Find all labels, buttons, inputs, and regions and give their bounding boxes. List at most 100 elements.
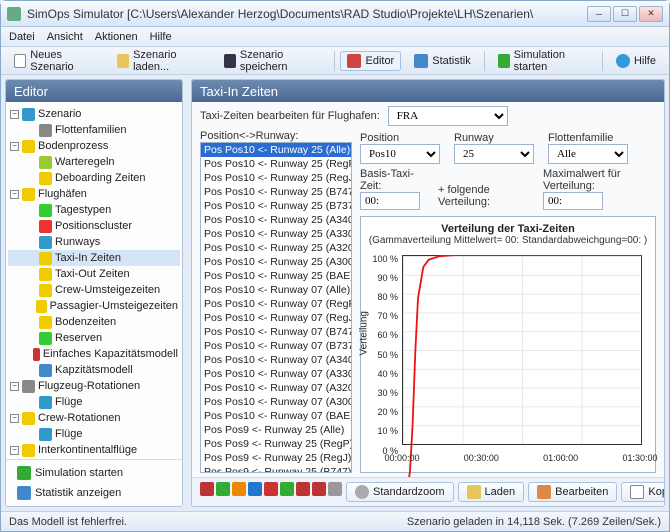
kopieren-button[interactable]: Kopieren bbox=[621, 482, 664, 502]
editor-panel: Editor −SzenarioFlottenfamilien−Bodenpro… bbox=[5, 79, 183, 507]
list-item[interactable]: Pos Pos9 <- Runway 25 (Alle) bbox=[201, 423, 351, 437]
tree-crew_rot[interactable]: −Crew-Rotationen bbox=[8, 410, 180, 426]
tree-deboard[interactable]: Deboarding Zeiten bbox=[8, 170, 180, 186]
list-item[interactable]: Pos Pos10 <- Runway 07 (B747) bbox=[201, 325, 351, 339]
tool-icon-4[interactable] bbox=[248, 482, 262, 496]
list-item[interactable]: Pos Pos10 <- Runway 07 (A300) bbox=[201, 395, 351, 409]
position-select[interactable]: Pos10 bbox=[360, 144, 440, 164]
flughafen-select[interactable]: FRA bbox=[388, 106, 508, 126]
position-runway-list[interactable]: Pos Pos10 <- Runway 25 (Alle)Pos Pos10 <… bbox=[200, 142, 352, 473]
list-item[interactable]: Pos Pos10 <- Runway 07 (A340) bbox=[201, 353, 351, 367]
tree-kapmodell[interactable]: Kapzitätsmodell bbox=[8, 362, 180, 378]
list-item[interactable]: Pos Pos10 <- Runway 25 (Alle) bbox=[201, 143, 351, 157]
tree-warteregeln[interactable]: Warteregeln bbox=[8, 154, 180, 170]
help-button[interactable]: Hilfe bbox=[609, 51, 663, 71]
tree-fluge2[interactable]: Flüge bbox=[8, 426, 180, 442]
list-item[interactable]: Pos Pos10 <- Runway 07 (Alle) bbox=[201, 283, 351, 297]
tree-label: Tagestypen bbox=[55, 202, 111, 218]
tree-passagier_umst[interactable]: Passagier-Umsteigezeiten bbox=[8, 298, 180, 314]
tool-icon-1[interactable] bbox=[200, 482, 214, 496]
editor-button[interactable]: Editor bbox=[340, 51, 401, 71]
list-item[interactable]: Pos Pos10 <- Runway 07 (RegP) bbox=[201, 297, 351, 311]
statistik-button[interactable]: Statistik bbox=[407, 51, 478, 71]
list-item[interactable]: Pos Pos9 <- Runway 25 (RegP) bbox=[201, 437, 351, 451]
tree-taxi_in[interactable]: Taxi-In Zeiten bbox=[8, 250, 180, 266]
list-item[interactable]: Pos Pos10 <- Runway 25 (RegP) bbox=[201, 157, 351, 171]
list-item[interactable]: Pos Pos10 <- Runway 07 (A320) bbox=[201, 381, 351, 395]
menu-hilfe[interactable]: Hilfe bbox=[150, 31, 172, 43]
list-item[interactable]: Pos Pos10 <- Runway 07 (BAE) bbox=[201, 409, 351, 423]
list-item[interactable]: Pos Pos10 <- Runway 07 (A330) bbox=[201, 367, 351, 381]
list-item[interactable]: Pos Pos9 <- Runway 25 (B747) bbox=[201, 465, 351, 473]
laden-button[interactable]: Laden bbox=[458, 482, 525, 502]
list-item[interactable]: Pos Pos10 <- Runway 25 (B747) bbox=[201, 185, 351, 199]
list-item[interactable]: Pos Pos10 <- Runway 25 (A340) bbox=[201, 213, 351, 227]
list-item[interactable]: Pos Pos10 <- Runway 25 (A300) bbox=[201, 255, 351, 269]
list-item[interactable]: Pos Pos10 <- Runway 25 (BAE) bbox=[201, 269, 351, 283]
tree-crew_umst[interactable]: Crew-Umsteigezeiten bbox=[8, 282, 180, 298]
list-item[interactable]: Pos Pos10 <- Runway 25 (A320) bbox=[201, 241, 351, 255]
flottenfamilie-select[interactable]: Alle bbox=[548, 144, 628, 164]
maximize-button[interactable]: ☐ bbox=[613, 6, 637, 22]
titlebar: SimOps Simulator [C:\Users\Alexander Her… bbox=[1, 1, 669, 27]
menu-ansicht[interactable]: Ansicht bbox=[47, 31, 83, 43]
statistik-anzeigen-link[interactable]: Statistik anzeigen bbox=[12, 484, 176, 502]
expand-icon[interactable]: − bbox=[10, 190, 19, 199]
tree-label: Taxi-Out Zeiten bbox=[55, 266, 130, 282]
basis-taxi-input[interactable] bbox=[360, 192, 420, 210]
tree-flughafen[interactable]: −Flughäfen bbox=[8, 186, 180, 202]
expand-icon[interactable]: − bbox=[10, 142, 19, 151]
editor-panel-title: Editor bbox=[6, 80, 182, 102]
tool-icon-5[interactable] bbox=[264, 482, 278, 496]
tree-fluge1[interactable]: Flüge bbox=[8, 394, 180, 410]
tree-runways[interactable]: Runways bbox=[8, 234, 180, 250]
simulation-start-button[interactable]: Simulation starten bbox=[491, 46, 597, 76]
tool-icon-8[interactable] bbox=[312, 482, 326, 496]
list-item[interactable]: Pos Pos10 <- Runway 25 (B737) bbox=[201, 199, 351, 213]
tree-tagestypen[interactable]: Tagestypen bbox=[8, 202, 180, 218]
close-button[interactable]: ✕ bbox=[639, 6, 663, 22]
tree-poscluster[interactable]: Positionscluster bbox=[8, 218, 180, 234]
tree-label: Taxi-In Zeiten bbox=[55, 250, 121, 266]
tree-boden[interactable]: −Bodenprozess bbox=[8, 138, 180, 154]
tool-icon-7[interactable] bbox=[296, 482, 310, 496]
menu-aktionen[interactable]: Aktionen bbox=[95, 31, 138, 43]
menu-datei[interactable]: Datei bbox=[9, 31, 35, 43]
tree-label: Runways bbox=[55, 234, 100, 250]
list-item[interactable]: Pos Pos9 <- Runway 25 (RegJ) bbox=[201, 451, 351, 465]
expand-icon[interactable]: − bbox=[10, 446, 19, 455]
tree-flottenfam[interactable]: Flottenfamilien bbox=[8, 122, 180, 138]
expand-icon[interactable]: − bbox=[10, 414, 19, 423]
plus-verteilung-label: + folgende Verteilung: bbox=[438, 184, 529, 210]
list-item[interactable]: Pos Pos10 <- Runway 25 (RegJ) bbox=[201, 171, 351, 185]
bearbeiten-button[interactable]: Bearbeiten bbox=[528, 482, 617, 502]
tree[interactable]: −SzenarioFlottenfamilien−BodenprozessWar… bbox=[6, 102, 182, 459]
tool-icon-2[interactable] bbox=[216, 482, 230, 496]
new-scenario-button[interactable]: Neues Szenario bbox=[7, 46, 104, 76]
tree-bodenzeiten[interactable]: Bodenzeiten bbox=[8, 314, 180, 330]
list-item[interactable]: Pos Pos10 <- Runway 07 (B737) bbox=[201, 339, 351, 353]
tool-icon-6[interactable] bbox=[280, 482, 294, 496]
tree-szenario[interactable]: −Szenario bbox=[8, 106, 180, 122]
simulation-start-link[interactable]: Simulation starten bbox=[12, 464, 176, 482]
tree-einfach_kap[interactable]: Einfaches Kapazitätsmodell bbox=[8, 346, 180, 362]
tree-flugzeug_rot[interactable]: −Flugzeug-Rotationen bbox=[8, 378, 180, 394]
tool-icon-3[interactable] bbox=[232, 482, 246, 496]
list-item[interactable]: Pos Pos10 <- Runway 07 (RegJ) bbox=[201, 311, 351, 325]
runway-select[interactable]: 25 bbox=[454, 144, 534, 164]
load-scenario-button[interactable]: Szenario laden... bbox=[110, 46, 211, 76]
list-item[interactable]: Pos Pos10 <- Runway 25 (A330) bbox=[201, 227, 351, 241]
tree-reserven[interactable]: Reserven bbox=[8, 330, 180, 346]
tree-taxi_out[interactable]: Taxi-Out Zeiten bbox=[8, 266, 180, 282]
save-scenario-button[interactable]: Szenario speichern bbox=[217, 46, 328, 76]
chart-ytick: 80 % bbox=[368, 292, 398, 302]
minimize-button[interactable]: ─ bbox=[587, 6, 611, 22]
status-right: Szenario geladen in 14,118 Sek. (7.269 Z… bbox=[407, 516, 661, 528]
expand-icon[interactable]: − bbox=[10, 110, 19, 119]
standardzoom-button[interactable]: Standardzoom bbox=[346, 482, 454, 502]
maximalwert-input[interactable] bbox=[543, 192, 603, 210]
tree-interkont[interactable]: −Interkontinentalflüge bbox=[8, 442, 180, 458]
expand-icon[interactable]: − bbox=[10, 382, 19, 391]
tool-icon-9[interactable] bbox=[328, 482, 342, 496]
edit-icon bbox=[537, 485, 551, 499]
